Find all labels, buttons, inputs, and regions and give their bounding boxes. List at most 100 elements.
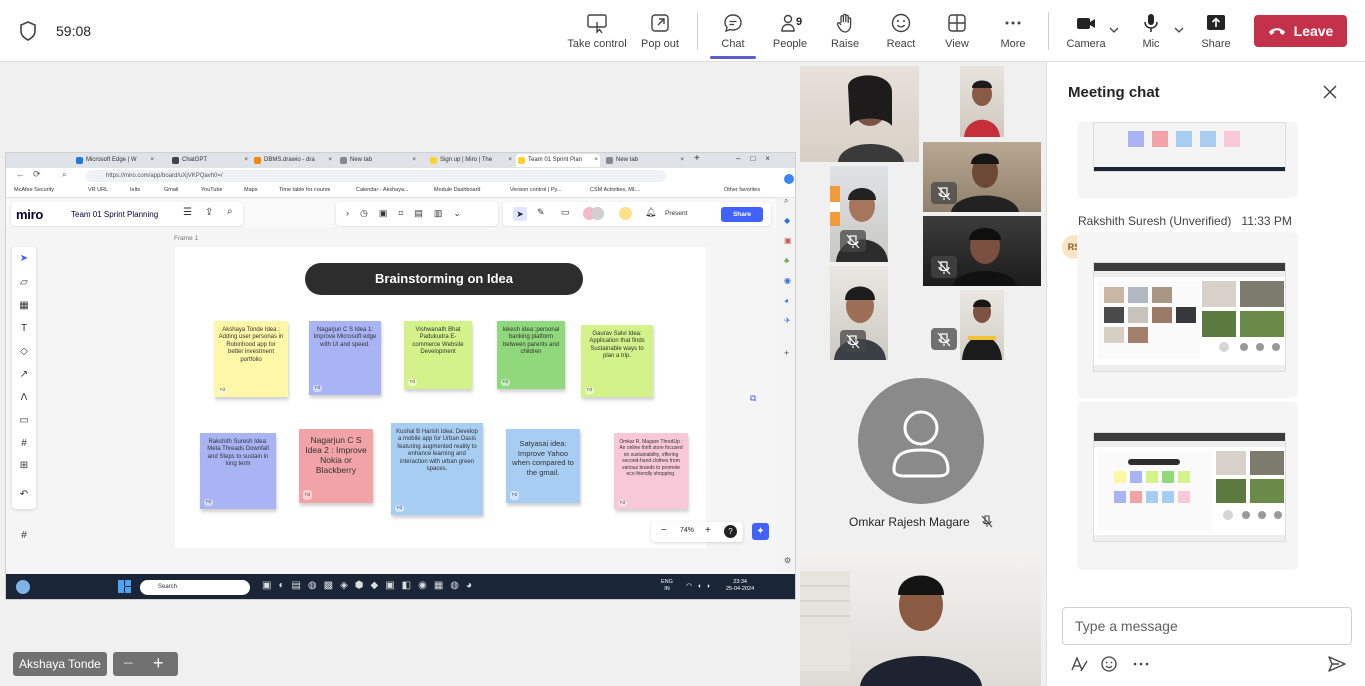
- participant-avatar[interactable]: [858, 378, 984, 504]
- table-icon[interactable]: ▦: [18, 300, 30, 312]
- format-text-icon[interactable]: [1070, 655, 1088, 673]
- pen-icon[interactable]: Λ: [18, 392, 30, 404]
- participant-video-tile[interactable]: [923, 216, 1041, 286]
- send-icon[interactable]: [1327, 654, 1347, 674]
- board-title[interactable]: Brainstorming on Idea: [305, 263, 583, 295]
- zoom-out-icon[interactable]: −: [661, 525, 667, 536]
- bookmark-item[interactable]: McAfee Security: [14, 187, 54, 193]
- close-icon[interactable]: ×: [328, 154, 332, 167]
- undo-icon[interactable]: ↶: [18, 489, 30, 501]
- bookmark-item[interactable]: YouTube: [201, 187, 223, 193]
- export-icon[interactable]: ⇪: [205, 207, 213, 218]
- collab-tool-icons[interactable]: ›◷▣⌗▤▥⌄: [346, 208, 472, 219]
- zoom-out-icon[interactable]: −: [123, 652, 134, 674]
- send-icon[interactable]: ✈: [784, 316, 791, 325]
- clock[interactable]: 23:34 25-04-2024: [726, 579, 754, 593]
- shared-screenshot-image[interactable]: [1093, 432, 1286, 542]
- windows-start-icon[interactable]: [118, 580, 131, 593]
- camera-options-chevron-icon[interactable]: [1109, 26, 1119, 34]
- copilot-icon[interactable]: [784, 174, 794, 184]
- sticky-note[interactable]: Kushal B Harish Idea: Develop a mobile a…: [391, 423, 483, 515]
- browser-tab[interactable]: New tab ×: [604, 154, 686, 167]
- close-icon[interactable]: ×: [244, 154, 248, 167]
- participant-video-tile[interactable]: [960, 290, 1004, 360]
- shield-icon[interactable]: [19, 21, 37, 41]
- participant-video-tile[interactable]: [960, 66, 1004, 137]
- browser-tab[interactable]: Sign up | Miro | The ×: [428, 154, 514, 167]
- nav-arrows-icon[interactable]: ←⟳: [16, 169, 49, 180]
- select-tool-icon[interactable]: ➤: [18, 253, 30, 265]
- shared-screenshot-image[interactable]: [1093, 262, 1286, 372]
- settings-icon[interactable]: ⚙: [784, 556, 791, 565]
- camera-button[interactable]: Camera: [1064, 8, 1108, 56]
- emoji-icon[interactable]: [1100, 655, 1118, 673]
- sticky-note-icon[interactable]: ▱: [18, 277, 30, 289]
- bookmark-item[interactable]: Maps: [244, 187, 257, 193]
- bookmark-item[interactable]: Time table for course: [279, 187, 330, 193]
- sticky-note[interactable]: Rakshith Suresh Idea: Meta Threads Downf…: [200, 433, 276, 509]
- self-video-tile[interactable]: [800, 551, 1041, 686]
- people-button[interactable]: People: [769, 8, 811, 56]
- shared-screenshot-image[interactable]: [1093, 122, 1286, 172]
- menu-icon[interactable]: ☰: [183, 207, 192, 218]
- bookmark-item[interactable]: Calendar - Akshaya...: [356, 187, 409, 193]
- outlook-icon[interactable]: ◕: [784, 296, 789, 305]
- bookmark-item[interactable]: CSM Activities, ML...: [590, 187, 640, 193]
- taskbar-search[interactable]: Search: [140, 580, 250, 595]
- close-icon[interactable]: ×: [594, 154, 598, 167]
- bookmark-item[interactable]: Module Dashboard: [434, 187, 480, 193]
- taskbar-app-icons[interactable]: ▣◐▤◍▩◈⬢◆▣◧◉▦◍◕: [262, 580, 479, 591]
- bookmark-item[interactable]: Ielts: [130, 187, 140, 193]
- participant-video-tile[interactable]: [923, 142, 1041, 212]
- pop-out-button[interactable]: Pop out: [638, 8, 682, 56]
- share-button[interactable]: Share: [1197, 8, 1235, 56]
- sticky-note[interactable]: Nagarjun C S Idea 2 : Improve Nokia or B…: [299, 429, 373, 503]
- shapes-icon[interactable]: ◇: [18, 346, 30, 358]
- connector-icon[interactable]: ↗: [18, 369, 30, 381]
- system-tray-icons[interactable]: ◠◖◗: [686, 582, 716, 590]
- address-bar[interactable]: https://miro.com/app/board/uXjVKPQavh0=/: [86, 170, 666, 182]
- frames-panel-icon[interactable]: #: [18, 530, 30, 542]
- briefcase-icon[interactable]: ▣: [784, 236, 792, 245]
- sticky-note[interactable]: Vishwanath Bhat Padukudra E-commerce Web…: [404, 321, 472, 389]
- add-icon[interactable]: ⊞: [18, 460, 30, 472]
- window-controls-icon[interactable]: –□×: [736, 154, 780, 163]
- sticky-note[interactable]: lokesh idea::personal banking platform b…: [497, 321, 565, 389]
- sticky-note[interactable]: Satyasai idea: Improve Yahoo when compar…: [506, 429, 580, 503]
- search-icon[interactable]: ⌕: [784, 196, 788, 206]
- present-button[interactable]: Present: [665, 210, 687, 217]
- close-icon[interactable]: ×: [680, 154, 684, 167]
- add-icon[interactable]: +: [784, 348, 789, 358]
- comment-icon[interactable]: ▭: [18, 415, 30, 427]
- tag-icon[interactable]: ◆: [784, 216, 790, 225]
- mic-options-chevron-icon[interactable]: [1174, 26, 1184, 34]
- browser-tab[interactable]: New tab ×: [338, 154, 418, 167]
- browser-tab-active[interactable]: Team 01 Sprint Plan ×: [516, 154, 600, 167]
- participant-video-tile[interactable]: [830, 166, 888, 262]
- close-icon[interactable]: ×: [412, 154, 416, 167]
- text-tool-icon[interactable]: T: [18, 323, 30, 335]
- weather-icon[interactable]: [16, 580, 30, 594]
- sticky-note[interactable]: Omkar R. Magare ThredUp : An online thri…: [614, 433, 688, 509]
- new-tab-icon[interactable]: +: [694, 153, 700, 164]
- search-icon[interactable]: ⌕: [227, 206, 233, 217]
- games-icon[interactable]: ♣: [784, 256, 789, 265]
- frame-icon[interactable]: #: [18, 438, 30, 450]
- sticky-note[interactable]: Gaurav Salvi Idea: Application that find…: [581, 325, 653, 397]
- ai-assist-icon[interactable]: ✦: [752, 523, 769, 540]
- zoom-in-icon[interactable]: +: [153, 652, 164, 674]
- participant-video-tile[interactable]: [830, 266, 888, 360]
- bookmark-item[interactable]: Gmail: [164, 187, 178, 193]
- comment-icon[interactable]: ▭: [561, 207, 570, 218]
- browser-tab[interactable]: DBMS.drawio - dra ×: [252, 154, 334, 167]
- cursor-icon[interactable]: ➤: [513, 207, 527, 221]
- zoom-level[interactable]: 74%: [680, 527, 694, 534]
- participant-video-tile[interactable]: [800, 66, 919, 162]
- zoom-in-icon[interactable]: +: [705, 525, 711, 536]
- bookmark-item[interactable]: Version control | Py...: [510, 187, 561, 193]
- language-indicator[interactable]: ENG IN: [661, 579, 673, 593]
- chat-message-list[interactable]: Rakshith Suresh (Unverified) 11:33 PM RS: [1047, 122, 1365, 602]
- view-button[interactable]: View: [938, 8, 976, 56]
- more-options-icon[interactable]: [1132, 655, 1150, 673]
- reaction-icon[interactable]: ✎: [537, 207, 545, 218]
